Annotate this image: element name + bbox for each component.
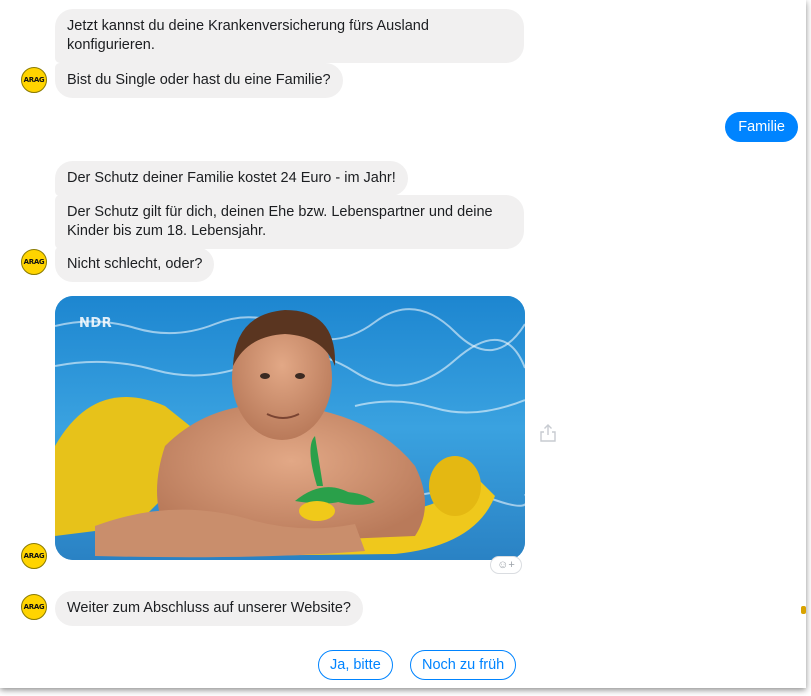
user-message-familie: Familie: [725, 112, 798, 142]
bot-avatar[interactable]: ARAG: [21, 543, 47, 569]
ndr-watermark: NDR: [79, 316, 113, 331]
add-reaction-icon: ☺+: [497, 559, 515, 571]
arag-logo-icon: ARAG: [23, 258, 45, 266]
bot-message-coverage: Der Schutz gilt für dich, deinen Ehe bzw…: [55, 195, 524, 249]
arag-logo-icon: ARAG: [23, 76, 45, 84]
quick-reply-yes-please[interactable]: Ja, bitte: [318, 650, 393, 680]
bot-message-price: Der Schutz deiner Familie kostet 24 Euro…: [55, 161, 408, 196]
messenger-chat-window: Jetzt kannst du deine Krankenversicherun…: [0, 0, 806, 688]
bot-message-not-bad: Nicht schlecht, oder?: [55, 247, 215, 282]
bot-avatar[interactable]: ARAG: [21, 67, 47, 93]
bot-avatar[interactable]: ARAG: [21, 249, 47, 275]
share-icon[interactable]: [539, 423, 557, 443]
bot-message-single-or-family: Bist du Single oder hast du eine Familie…: [55, 63, 343, 98]
arag-logo-icon: ARAG: [23, 603, 45, 611]
bot-image-message-pool-gif[interactable]: NDR: [55, 296, 525, 560]
bot-avatar[interactable]: ARAG: [21, 594, 47, 620]
pool-scene-image: [55, 296, 525, 560]
scroll-edge-marker: [801, 606, 806, 614]
bot-message-continue-website: Weiter zum Abschluss auf unserer Website…: [55, 591, 363, 626]
add-reaction-button[interactable]: ☺+: [490, 556, 522, 574]
bot-message-configure: Jetzt kannst du deine Krankenversicherun…: [55, 9, 524, 63]
quick-reply-too-early[interactable]: Noch zu früh: [410, 650, 517, 680]
arag-logo-icon: ARAG: [23, 552, 45, 560]
